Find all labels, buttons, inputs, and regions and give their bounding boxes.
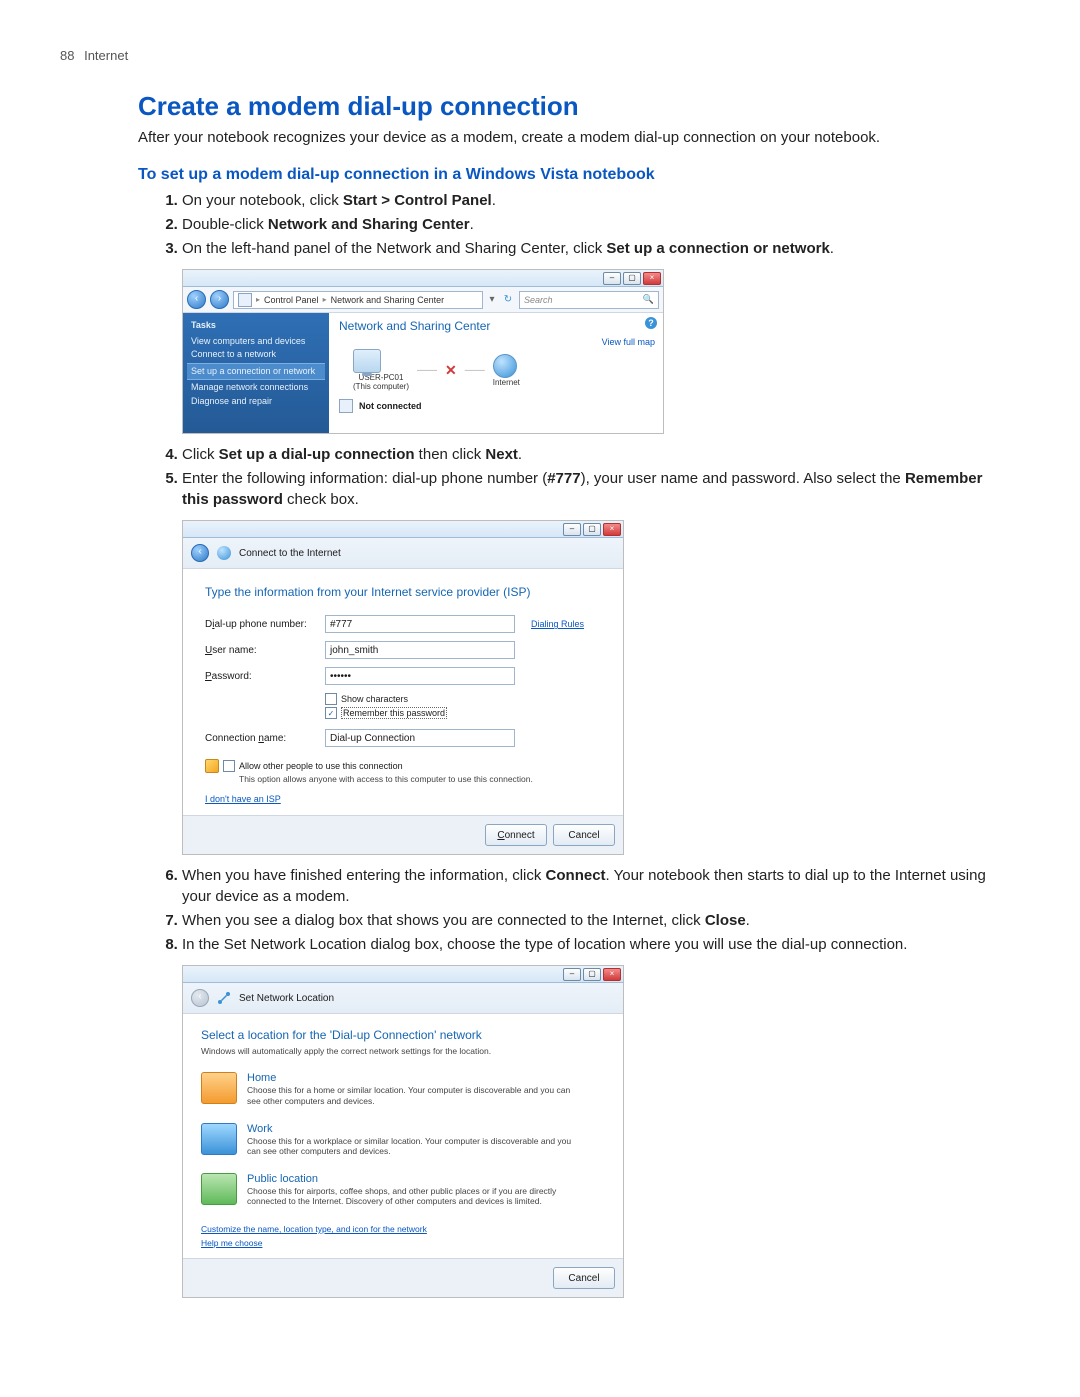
task-diagnose-repair[interactable]: Diagnose and repair bbox=[191, 395, 321, 409]
connect-button[interactable]: Connect bbox=[485, 824, 547, 846]
tasks-title: Tasks bbox=[191, 319, 321, 333]
globe-icon bbox=[217, 546, 231, 560]
status-icon bbox=[339, 399, 353, 413]
view-full-map-link[interactable]: View full map bbox=[602, 337, 655, 347]
screenshot-set-network-location: – ▢ × ‹ Set Network Location Select a lo… bbox=[182, 965, 624, 1298]
maximize-button[interactable]: ▢ bbox=[623, 272, 641, 285]
breadcrumb-icon bbox=[238, 293, 252, 307]
window-titlebar: – ▢ × bbox=[183, 270, 663, 287]
location-public[interactable]: Public location Choose this for airports… bbox=[201, 1173, 605, 1207]
location-autonote: Windows will automatically apply the cor… bbox=[201, 1046, 605, 1056]
internet-icon bbox=[493, 354, 517, 378]
show-characters-label: Show characters bbox=[341, 694, 408, 704]
breadcrumb[interactable]: ▸ Control Panel ▸ Network and Sharing Ce… bbox=[233, 291, 483, 309]
no-isp-link[interactable]: I don't have an ISP bbox=[205, 794, 281, 804]
allow-others-checkbox[interactable] bbox=[223, 760, 235, 772]
location-work[interactable]: Work Choose this for a workplace or simi… bbox=[201, 1123, 605, 1157]
allow-others-note: This option allows anyone with access to… bbox=[239, 774, 601, 784]
intro-text: After your notebook recognizes your devi… bbox=[138, 128, 1008, 148]
task-setup-connection[interactable]: Set up a connection or network bbox=[187, 363, 325, 381]
network-map: USER-PC01 (This computer) —— ✕ —— Intern… bbox=[353, 349, 653, 391]
step-8: In the Set Network Location dialog box, … bbox=[182, 934, 1008, 955]
step-6: When you have finished entering the info… bbox=[182, 865, 1008, 907]
network-icon bbox=[217, 991, 231, 1005]
work-icon bbox=[201, 1123, 237, 1155]
subheading: To set up a modem dial-up connection in … bbox=[138, 166, 1008, 184]
pc-icon bbox=[353, 349, 381, 373]
disconnected-icon: ✕ bbox=[445, 362, 457, 379]
location-home[interactable]: Home Choose this for a home or similar l… bbox=[201, 1072, 605, 1106]
status-text: Not connected bbox=[359, 401, 422, 411]
label-username: User name: bbox=[205, 645, 325, 656]
username-input[interactable]: john_smith bbox=[325, 641, 515, 659]
screenshot-network-sharing-center: – ▢ × ‹ › ▸ Control Panel ▸ Network and … bbox=[182, 269, 664, 434]
task-connect-network[interactable]: Connect to a network bbox=[191, 348, 321, 362]
location-prompt: Select a location for the 'Dial-up Conne… bbox=[201, 1028, 605, 1042]
panel-title: Network and Sharing Center bbox=[339, 319, 653, 333]
show-characters-checkbox[interactable] bbox=[325, 693, 337, 705]
connection-name-input[interactable]: Dial-up Connection bbox=[325, 729, 515, 747]
minimize-button[interactable]: – bbox=[603, 272, 621, 285]
page-number: 88 bbox=[60, 48, 74, 63]
page-header: 88 Internet bbox=[60, 48, 1020, 63]
cancel-button[interactable]: Cancel bbox=[553, 824, 615, 846]
maximize-button[interactable]: ▢ bbox=[583, 523, 601, 536]
close-button[interactable]: × bbox=[603, 523, 621, 536]
help-choose-link[interactable]: Help me choose bbox=[201, 1237, 605, 1251]
public-icon bbox=[201, 1173, 237, 1205]
back-button[interactable]: ‹ bbox=[187, 290, 206, 309]
shield-icon bbox=[205, 759, 219, 773]
tasks-sidebar: Tasks View computers and devices Connect… bbox=[183, 313, 329, 433]
maximize-button[interactable]: ▢ bbox=[583, 968, 601, 981]
forward-button[interactable]: › bbox=[210, 290, 229, 309]
step-2: Double-click Network and Sharing Center. bbox=[182, 214, 1008, 235]
step-5: Enter the following information: dial-up… bbox=[182, 468, 1008, 510]
back-button[interactable]: ‹ bbox=[191, 544, 209, 562]
task-view-computers[interactable]: View computers and devices bbox=[191, 335, 321, 349]
screenshot-connect-to-internet: – ▢ × ‹ Connect to the Internet Type the… bbox=[182, 520, 624, 855]
wizard-prompt: Type the information from your Internet … bbox=[205, 585, 601, 599]
minimize-button[interactable]: – bbox=[563, 523, 581, 536]
label-connection-name: Connection name: bbox=[205, 733, 325, 744]
window-titlebar: – ▢ × bbox=[183, 966, 623, 983]
wizard-title: Set Network Location bbox=[239, 993, 334, 1004]
window-titlebar: – ▢ × bbox=[183, 521, 623, 538]
dropdown-icon[interactable]: ▾ bbox=[487, 294, 497, 305]
back-button: ‹ bbox=[191, 989, 209, 1007]
cancel-button[interactable]: Cancel bbox=[553, 1267, 615, 1289]
step-1: On your notebook, click Start > Control … bbox=[182, 190, 1008, 211]
task-manage-connections[interactable]: Manage network connections bbox=[191, 381, 321, 395]
remember-password-checkbox[interactable] bbox=[325, 707, 337, 719]
customize-link[interactable]: Customize the name, location type, and i… bbox=[201, 1223, 605, 1237]
search-input[interactable]: Search 🔍 bbox=[519, 291, 659, 309]
step-4: Click Set up a dial-up connection then c… bbox=[182, 444, 1008, 465]
allow-others-label: Allow other people to use this connectio… bbox=[239, 761, 403, 771]
home-icon bbox=[201, 1072, 237, 1104]
label-password: Password: bbox=[205, 671, 325, 682]
close-button[interactable]: × bbox=[643, 272, 661, 285]
minimize-button[interactable]: – bbox=[563, 968, 581, 981]
page-title: Create a modem dial-up connection bbox=[138, 91, 1008, 122]
close-button[interactable]: × bbox=[603, 968, 621, 981]
wizard-title: Connect to the Internet bbox=[239, 548, 341, 559]
phone-input[interactable]: #777 bbox=[325, 615, 515, 633]
help-icon[interactable]: ? bbox=[645, 317, 657, 329]
password-input[interactable]: •••••• bbox=[325, 667, 515, 685]
section-title: Internet bbox=[84, 48, 128, 63]
step-3: On the left-hand panel of the Network an… bbox=[182, 238, 1008, 259]
search-icon: 🔍 bbox=[643, 294, 654, 305]
refresh-icon[interactable]: ↻ bbox=[501, 294, 515, 305]
label-phone: Dial-up phone number: bbox=[205, 619, 325, 630]
dialing-rules-link[interactable]: Dialing Rules bbox=[531, 619, 584, 629]
remember-password-label: Remember this password bbox=[341, 707, 447, 719]
step-7: When you see a dialog box that shows you… bbox=[182, 910, 1008, 931]
